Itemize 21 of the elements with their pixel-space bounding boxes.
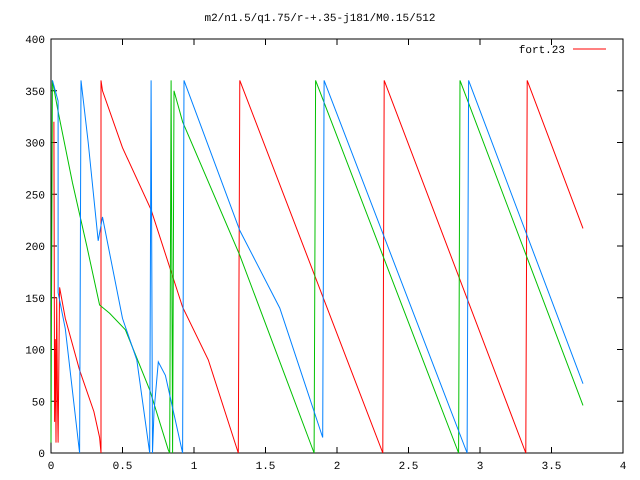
tick-label: 100 bbox=[25, 346, 45, 358]
tick-label: 3.5 bbox=[542, 461, 562, 473]
tick-label: 200 bbox=[25, 242, 45, 254]
chart-title: m2/n1.5/q1.75/r-+.35-j181/M0.15/512 bbox=[204, 13, 436, 25]
tick-label: 50 bbox=[32, 397, 45, 410]
tick-label: 0 bbox=[48, 461, 54, 473]
tick-label: 4 bbox=[620, 461, 626, 473]
tick-label: 1 bbox=[190, 461, 198, 473]
tick-label: 150 bbox=[25, 294, 45, 306]
tick-label: 0.5 bbox=[112, 461, 132, 473]
tick-label: 2 bbox=[334, 461, 340, 473]
tick-label: 0 bbox=[38, 449, 45, 461]
tick-label: 300 bbox=[25, 138, 45, 150]
legend-line bbox=[572, 48, 606, 50]
tick-label: 3 bbox=[476, 461, 484, 473]
tick-label: 350 bbox=[25, 86, 45, 99]
tick-label: 400 bbox=[25, 35, 45, 47]
tick-label: 250 bbox=[25, 190, 45, 202]
tick-label: 1.5 bbox=[256, 461, 276, 473]
tick-label: 2.5 bbox=[398, 461, 418, 473]
legend-label: fort.23 bbox=[518, 45, 565, 57]
